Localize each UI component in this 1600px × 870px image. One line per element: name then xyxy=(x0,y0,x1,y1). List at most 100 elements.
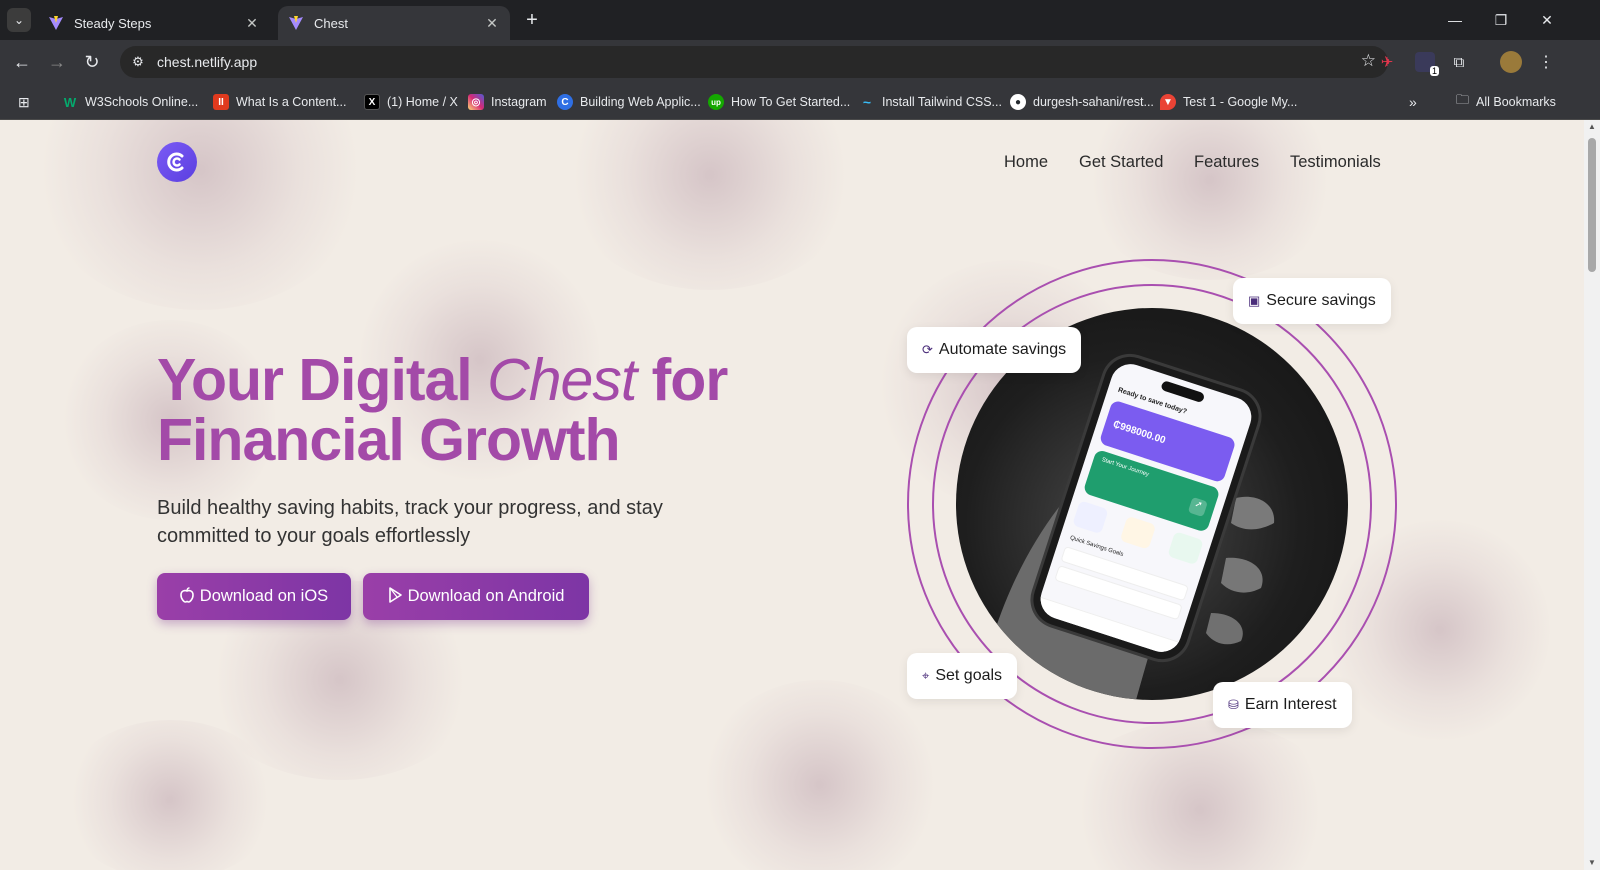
bookmark-building-web[interactable]: C Building Web Applic... xyxy=(557,92,701,112)
background-blob xyxy=(30,120,370,310)
chest-logo[interactable] xyxy=(157,142,197,182)
extension-icon[interactable]: ✈ xyxy=(1377,52,1397,72)
plus-icon: + xyxy=(526,8,538,31)
quick-action-tile xyxy=(1167,531,1204,566)
reload-button[interactable]: ↻ xyxy=(80,50,104,74)
tab-search-button[interactable]: ⌄ xyxy=(7,8,31,32)
hero-title-part2: for xyxy=(636,347,729,413)
folder-icon: 🗀 xyxy=(1456,92,1470,107)
tailwind-icon: ~ xyxy=(862,94,872,110)
tab-chest[interactable]: Chest ✕ xyxy=(278,6,510,40)
balance-amount: ₵998000.00 xyxy=(1111,419,1167,447)
upwork-icon: up xyxy=(708,94,724,110)
scrollbar-thumb[interactable] xyxy=(1588,138,1596,272)
pill-set-goals: ⌖ Set goals xyxy=(907,653,1018,699)
journey-label: Start Your Journey xyxy=(1100,457,1150,479)
pill-earn-interest: ⛁ Earn Interest xyxy=(1213,682,1352,728)
background-blob xyxy=(560,120,860,290)
bookmark-label: Test 1 - Google My... xyxy=(1183,95,1298,109)
avatar[interactable] xyxy=(1500,51,1522,73)
close-icon[interactable]: ✕ xyxy=(244,15,260,32)
bookmark-tailwind[interactable]: ~ Install Tailwind CSS... xyxy=(859,92,1002,112)
chest-logo-icon xyxy=(167,152,184,172)
pill-label: Earn Interest xyxy=(1244,696,1337,713)
bookmark-instagram[interactable]: ◎ Instagram xyxy=(468,92,547,112)
bookmark-google-maps[interactable]: ▼ Test 1 - Google My... xyxy=(1160,92,1297,112)
hero-title: Your Digital Chest for Financial Growth xyxy=(157,347,729,473)
back-button[interactable]: ← xyxy=(10,50,34,74)
all-bookmarks-button[interactable]: 🗀 All Bookmarks xyxy=(1456,92,1556,112)
all-bookmarks-label: All Bookmarks xyxy=(1476,95,1556,109)
hero-title-line2: Financial Growth xyxy=(157,407,621,473)
bookmark-label: durgesh-sahani/rest... xyxy=(1033,95,1154,109)
scroll-down-icon[interactable]: ▼ xyxy=(1587,858,1597,868)
minimize-button[interactable]: — xyxy=(1432,0,1478,40)
bookmark-star-icon[interactable]: ☆ xyxy=(1361,51,1376,71)
hero-subtitle: Build healthy saving habits, track your … xyxy=(157,497,663,547)
bookmarks-bar: ⊞ W W3Schools Online... II What Is a Con… xyxy=(0,84,1600,120)
background-blob xyxy=(60,720,280,870)
x-logo-icon: X xyxy=(364,94,380,110)
close-icon: ✕ xyxy=(1541,11,1553,28)
forward-button[interactable]: → xyxy=(45,50,69,74)
bookmark-content[interactable]: II What Is a Content... xyxy=(213,92,346,112)
bookmark-label: Instagram xyxy=(491,95,547,109)
pill-secure-savings: ▣ Secure savings xyxy=(1233,278,1391,324)
target-icon: ⌖ xyxy=(922,668,930,683)
rocket-icon: ➚ xyxy=(1187,496,1208,518)
bookmark-label: W3Schools Online... xyxy=(85,95,199,109)
scroll-up-icon[interactable]: ▲ xyxy=(1587,122,1597,132)
dynamic-island xyxy=(1160,380,1206,404)
chevron-double-right-icon[interactable]: » xyxy=(1409,92,1417,112)
vite-favicon-icon xyxy=(49,16,63,30)
close-window-button[interactable]: ✕ xyxy=(1524,0,1570,40)
coins-hand-icon: ⛁ xyxy=(1228,697,1239,712)
nav-testimonials[interactable]: Testimonials xyxy=(1290,153,1381,172)
site-info-icon[interactable]: ⚙ xyxy=(128,52,148,72)
extension-badge-icon[interactable]: 1 xyxy=(1415,52,1439,76)
shield-card-icon: ▣ xyxy=(1248,293,1261,308)
page-scrollbar[interactable]: ▲ ▼ xyxy=(1584,120,1600,870)
tab-strip: ⌄ Steady Steps ✕ Chest ✕ + — ❐ ✕ xyxy=(0,0,1600,40)
download-ios-button[interactable]: Download on iOS xyxy=(157,573,351,620)
bookmark-upwork[interactable]: up How To Get Started... xyxy=(708,92,850,112)
restore-button[interactable]: ❐ xyxy=(1478,0,1524,40)
nav-features[interactable]: Features xyxy=(1194,153,1259,172)
download-android-button[interactable]: Download on Android xyxy=(363,573,589,620)
download-android-label: Download on Android xyxy=(407,587,565,605)
pill-automate-savings: ⟳ Automate savings xyxy=(907,327,1082,373)
nav-home[interactable]: Home xyxy=(1004,153,1048,172)
apple-icon xyxy=(179,587,194,606)
browser-toolbar: ← → ↻ ⚙ chest.netlify.app ☆ ✈ 1 ⧉ ⋮ xyxy=(0,40,1600,84)
nav-get-started[interactable]: Get Started xyxy=(1079,153,1163,172)
bookmark-label: Building Web Applic... xyxy=(580,95,701,109)
background-blob xyxy=(1080,120,1340,280)
puzzle-icon[interactable]: ⧉ xyxy=(1449,52,1469,72)
bookmark-label: What Is a Content... xyxy=(236,95,347,109)
restore-icon: ❐ xyxy=(1494,11,1508,28)
bookmark-w3schools[interactable]: W W3Schools Online... xyxy=(62,92,198,112)
extension-badge-count: 1 xyxy=(1429,66,1439,76)
instagram-icon: ◎ xyxy=(468,94,484,110)
quick-action-tile xyxy=(1072,500,1109,535)
download-ios-label: Download on iOS xyxy=(199,587,329,605)
tab-steady-steps[interactable]: Steady Steps ✕ xyxy=(38,6,270,40)
apps-grid-icon[interactable]: ⊞ xyxy=(18,92,30,112)
minimize-icon: — xyxy=(1448,12,1462,28)
bookmark-github[interactable]: ● durgesh-sahani/rest... xyxy=(1010,92,1154,112)
bookmark-x[interactable]: X (1) Home / X xyxy=(364,92,458,112)
pill-label: Automate savings xyxy=(938,341,1067,358)
new-tab-button[interactable]: + xyxy=(520,8,544,32)
pill-label: Secure savings xyxy=(1266,292,1376,309)
menu-kebab-icon[interactable]: ⋮ xyxy=(1536,52,1556,72)
bookmark-label: Install Tailwind CSS... xyxy=(882,95,1002,109)
page-viewport: Home Get Started Features Testimonials Y… xyxy=(0,120,1584,870)
refresh-cycle-icon: ⟳ xyxy=(922,342,933,357)
url-text[interactable]: chest.netlify.app xyxy=(157,54,257,70)
pill-label: Set goals xyxy=(935,667,1003,684)
github-icon: ● xyxy=(1010,94,1026,110)
address-bar[interactable]: ⚙ chest.netlify.app ☆ xyxy=(120,46,1388,78)
close-icon[interactable]: ✕ xyxy=(484,15,500,32)
vite-favicon-icon xyxy=(289,16,303,30)
w3schools-icon: W xyxy=(63,94,77,110)
